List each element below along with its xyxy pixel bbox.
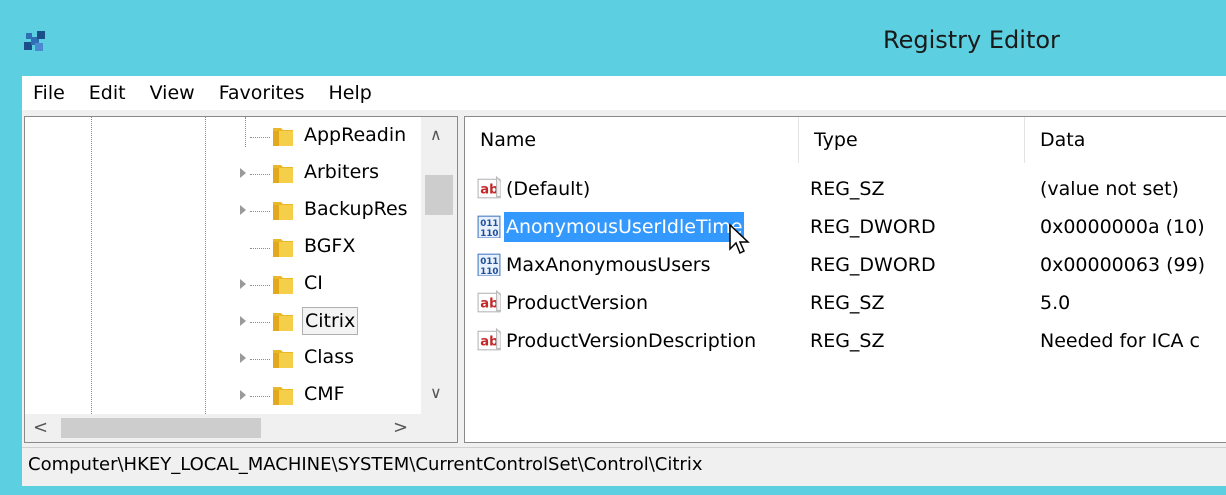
title-bar[interactable]: Registry Editor <box>0 0 1226 76</box>
tree-connector <box>250 322 270 323</box>
svg-text:011: 011 <box>480 219 498 229</box>
tree-item-label: Arbiters <box>304 161 379 183</box>
value-data: (value not set) <box>1040 178 1179 200</box>
tree-item[interactable]: CI <box>25 267 420 301</box>
tree-connector <box>250 174 270 175</box>
string-value-icon: ab <box>477 176 501 199</box>
svg-text:ab: ab <box>480 296 498 311</box>
folder-icon <box>273 350 293 368</box>
value-row[interactable]: 011 110 MaxAnonymousUsers REG_DWORD 0x000000… <box>465 247 1226 283</box>
value-type: REG_DWORD <box>810 254 936 276</box>
value-name: (Default) <box>506 178 591 200</box>
column-header-type[interactable]: Type <box>799 117 1025 163</box>
dword-value-icon: 011110 <box>477 253 501 276</box>
values-header: Name Type Data <box>465 117 1226 163</box>
value-name: ProductVersion <box>506 292 649 314</box>
scroll-thumb[interactable] <box>61 418 261 438</box>
expand-arrow-icon[interactable] <box>240 205 246 215</box>
menu-edit[interactable]: Edit <box>77 76 138 110</box>
tree-item-label: BackupRes <box>304 198 408 220</box>
window-title: Registry Editor <box>883 26 1060 54</box>
expand-arrow-icon[interactable] <box>240 279 246 289</box>
expand-arrow-icon[interactable] <box>240 353 246 363</box>
tree-item[interactable]: CMF <box>25 378 420 412</box>
tree-item-label: Class <box>304 346 354 368</box>
key-tree-pane[interactable]: ∧ ∨ < > AppReadin Arbiters BackupRes BGFX CI… <box>24 116 458 443</box>
value-type: REG_SZ <box>810 292 885 314</box>
svg-text:ab: ab <box>480 182 498 197</box>
value-name: AnonymousUserIdleTime <box>504 212 745 242</box>
value-row[interactable]: ab (Default) REG_SZ (value not set) <box>465 171 1226 207</box>
menu-help[interactable]: Help <box>317 76 384 110</box>
tree-item[interactable]: Citrix <box>25 304 420 338</box>
value-data: 0x00000063 (99) <box>1040 254 1206 276</box>
folder-icon <box>273 313 293 331</box>
tree-horizontal-scrollbar[interactable]: < > <box>25 414 457 442</box>
folder-icon <box>273 387 293 405</box>
tree-connector <box>250 248 270 249</box>
value-data: 5.0 <box>1040 292 1071 314</box>
tree-item-label: CMF <box>304 383 345 405</box>
expand-arrow-icon[interactable] <box>240 316 246 326</box>
svg-text:011: 011 <box>480 257 498 267</box>
scrollbar-corner <box>421 414 457 442</box>
string-value-icon: ab <box>477 328 501 351</box>
menu-bar: File Edit View Favorites Help <box>22 76 1226 110</box>
value-type: REG_DWORD <box>810 216 936 238</box>
values-pane[interactable]: Name Type Data ab (Default) REG_SZ (value n… <box>464 116 1226 443</box>
value-name: MaxAnonymousUsers <box>506 254 711 276</box>
value-type: REG_SZ <box>810 178 885 200</box>
value-row[interactable]: 011 110 AnonymousUserIdleTime REG_DWORD 0x00… <box>465 209 1226 255</box>
main-area: ∧ ∨ < > AppReadin Arbiters BackupRes BGFX CI… <box>22 110 1226 447</box>
tree-item[interactable]: Arbiters <box>25 156 420 190</box>
folder-icon <box>273 276 293 294</box>
value-name: ProductVersionDescription <box>506 330 757 352</box>
folder-icon <box>273 239 293 257</box>
menu-favorites[interactable]: Favorites <box>207 76 317 110</box>
key-path: Computer\HKEY_LOCAL_MACHINE\SYSTEM\Curre… <box>28 454 703 475</box>
svg-text:110: 110 <box>480 229 498 238</box>
tree-connector <box>250 359 270 360</box>
status-bar: Computer\HKEY_LOCAL_MACHINE\SYSTEM\Curre… <box>22 447 1226 486</box>
column-header-name[interactable]: Name <box>465 117 799 163</box>
column-header-data[interactable]: Data <box>1025 117 1226 163</box>
tree-item-label: AppReadin <box>304 124 407 146</box>
value-type: REG_SZ <box>810 330 885 352</box>
menu-file[interactable]: File <box>22 76 77 110</box>
scroll-left-icon[interactable]: < <box>33 417 48 438</box>
tree-connector <box>250 211 270 212</box>
menu-view[interactable]: View <box>138 76 207 110</box>
tree-connector <box>250 285 270 286</box>
value-row[interactable]: ab ProductVersionDescription REG_SZ Needed … <box>465 323 1226 359</box>
svg-text:ab: ab <box>480 334 498 349</box>
value-data: Needed for ICA c <box>1040 330 1200 352</box>
svg-text:110: 110 <box>480 267 498 276</box>
dword-value-icon: 011110 <box>477 215 501 238</box>
expand-arrow-icon[interactable] <box>240 390 246 400</box>
expand-arrow-icon[interactable] <box>240 168 246 178</box>
tree-item[interactable]: AppReadin <box>25 119 420 153</box>
tree-item[interactable]: BackupRes <box>25 193 420 227</box>
tree-item[interactable]: BGFX <box>25 230 420 264</box>
tree-connector <box>250 396 270 397</box>
tree-item-label: CI <box>304 272 323 294</box>
scroll-right-icon[interactable]: > <box>393 417 408 438</box>
scroll-up-icon[interactable]: ∧ <box>430 125 442 144</box>
tree-connector <box>250 137 270 138</box>
folder-icon <box>273 165 293 183</box>
tree-item-label: Citrix <box>302 307 359 335</box>
scroll-thumb[interactable] <box>425 175 453 215</box>
folder-icon <box>273 202 293 220</box>
tree-vertical-scrollbar[interactable]: ∧ ∨ <box>421 117 457 414</box>
value-data: 0x0000000a (10) <box>1040 216 1205 238</box>
tree-item[interactable]: Class <box>25 341 420 375</box>
string-value-icon: ab <box>477 290 501 313</box>
value-row[interactable]: ab ProductVersion REG_SZ 5.0 <box>465 285 1226 321</box>
folder-icon <box>273 128 293 146</box>
tree-item-label: BGFX <box>304 235 356 257</box>
scroll-down-icon[interactable]: ∨ <box>430 383 442 402</box>
